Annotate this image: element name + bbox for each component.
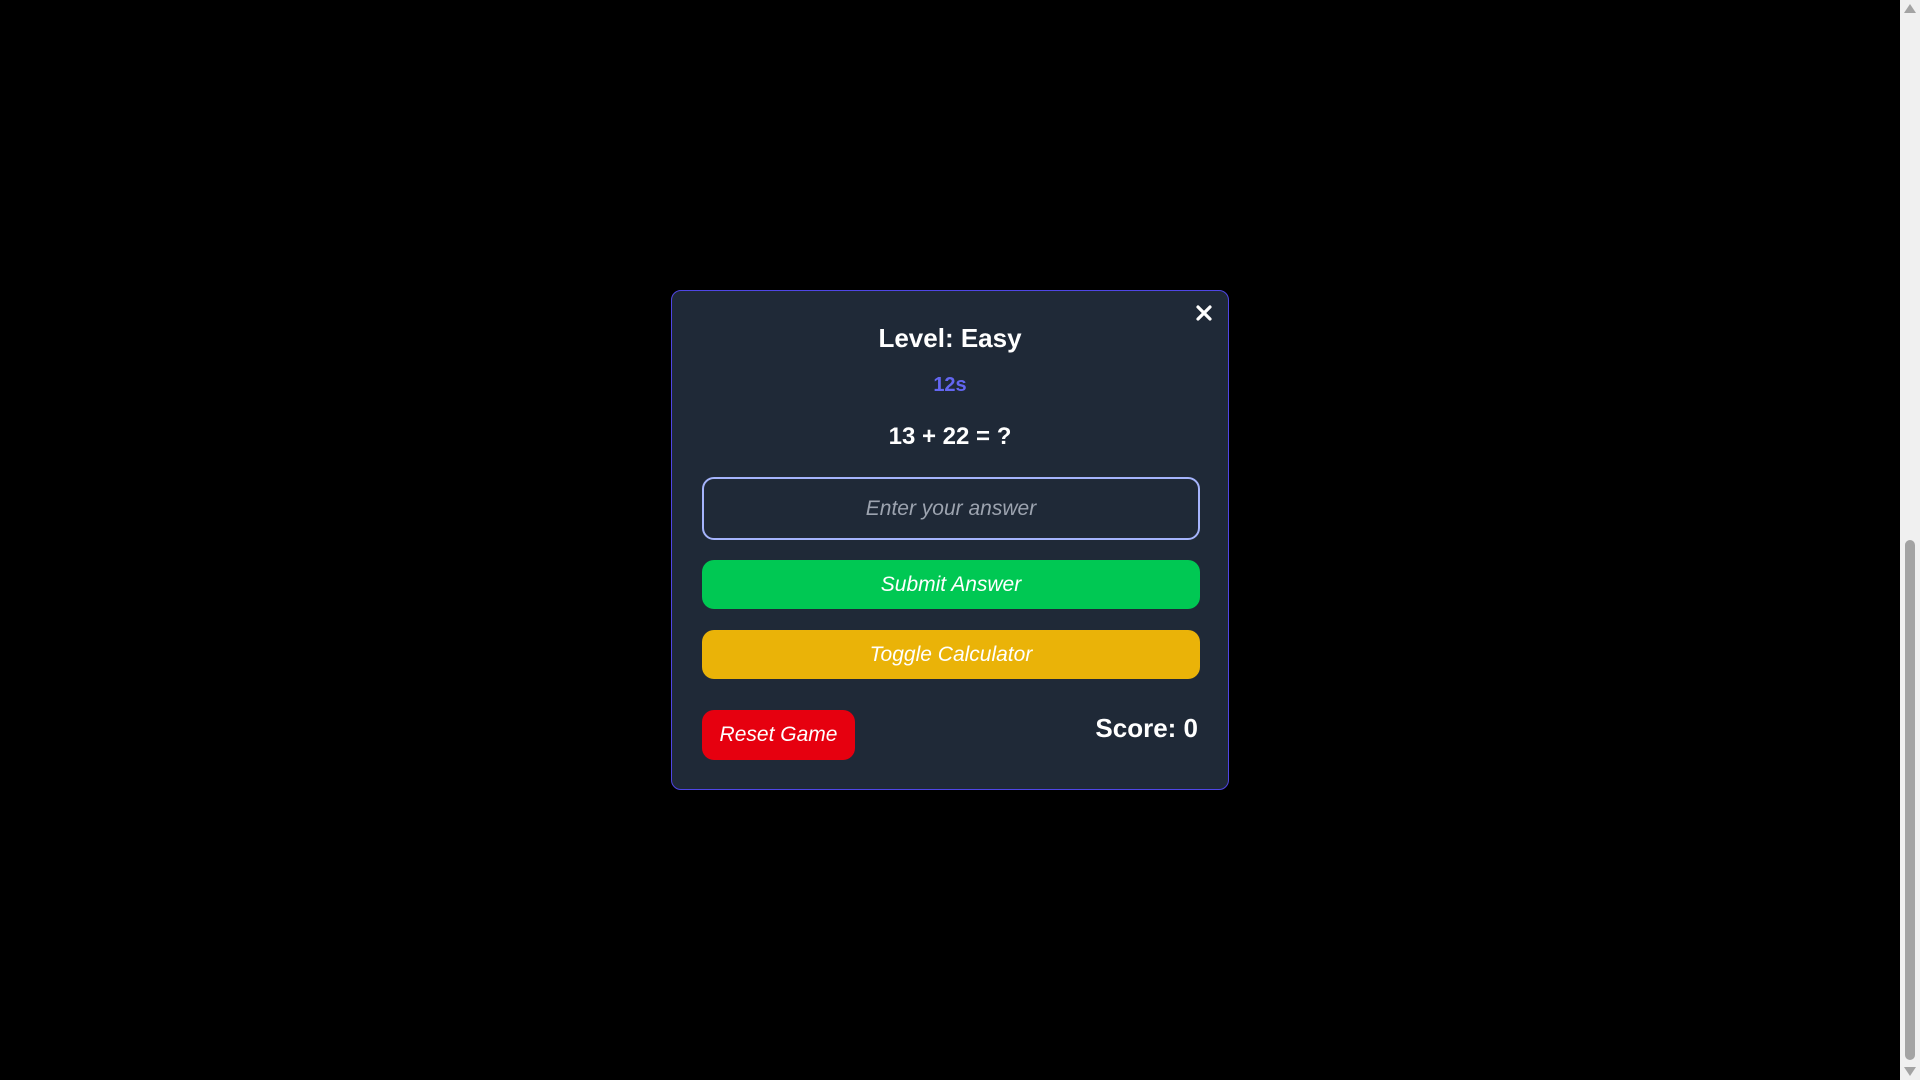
submit-answer-button[interactable]: Submit Answer: [702, 560, 1200, 609]
math-question: 13 + 22 = ?: [888, 423, 1012, 450]
scroll-down-arrow-icon[interactable]: [1904, 1067, 1916, 1076]
scroll-thumb[interactable]: [1905, 540, 1915, 1060]
game-modal: Level: Easy 12s 13 + 22 = ? Submit Answe…: [671, 290, 1229, 790]
close-button[interactable]: [1192, 301, 1216, 325]
scroll-up-arrow-icon[interactable]: [1904, 4, 1916, 13]
toggle-calculator-button[interactable]: Toggle Calculator: [702, 630, 1200, 679]
vertical-scrollbar[interactable]: [1900, 0, 1920, 1080]
score-display: Score: 0: [1095, 713, 1198, 743]
reset-game-button[interactable]: Reset Game: [702, 710, 855, 760]
timer-display: 12s: [933, 374, 967, 396]
answer-input[interactable]: [702, 477, 1200, 540]
level-title: Level: Easy: [878, 323, 1022, 353]
close-icon: [1196, 305, 1212, 321]
page-background: Level: Easy 12s 13 + 22 = ? Submit Answe…: [0, 0, 1900, 1080]
